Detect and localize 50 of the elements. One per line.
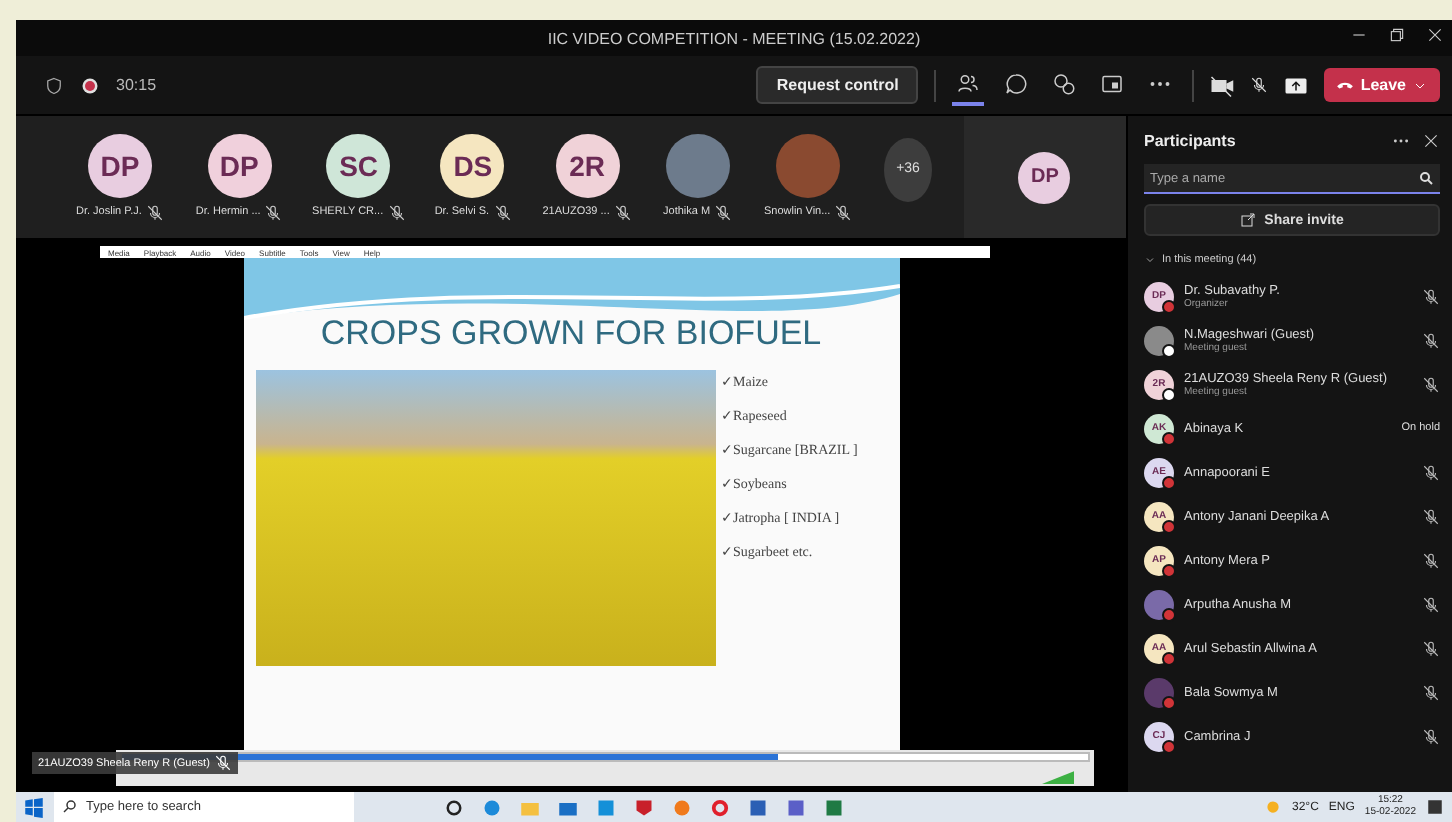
mic-off-icon: [1422, 331, 1440, 349]
chat-icon: [1004, 71, 1029, 95]
mic-off-icon: [1250, 76, 1269, 94]
chevron-down-icon: [1144, 254, 1156, 266]
mic-off-icon: [145, 203, 164, 221]
avatar: DP: [87, 133, 152, 197]
leave-button[interactable]: Leave: [1324, 68, 1440, 102]
share-screen-icon: [1284, 73, 1309, 97]
mic-off-icon: [1422, 551, 1440, 569]
mic-off-icon: [493, 203, 512, 221]
close-icon: [1422, 131, 1440, 149]
meeting-timer: 30:15: [116, 76, 157, 94]
mic-off-icon: [387, 203, 406, 221]
reactions-icon: [1052, 71, 1077, 95]
mic-off-icon: [834, 203, 853, 221]
mic-off-icon: [264, 203, 283, 221]
window-title: IIC VIDEO COMPETITION - MEETING (15.02.2022): [547, 29, 921, 47]
mic-off-icon: [1422, 683, 1440, 701]
folder-icon: [520, 797, 540, 817]
mic-off-icon: [1422, 595, 1440, 613]
mic-off-icon: [213, 754, 232, 772]
mic-off-icon: [1422, 727, 1440, 745]
slide-title: CROPS GROWN FOR BIOFUEL: [320, 314, 822, 354]
sun-icon: [1264, 798, 1282, 816]
shield-icon: [634, 797, 654, 817]
app-icon: [596, 797, 616, 817]
mic-off-icon: [1422, 639, 1440, 657]
camera-off-icon: [1210, 73, 1235, 97]
mic-off-icon: [613, 203, 632, 221]
avatar: SC: [326, 133, 391, 197]
restore-icon: [1388, 26, 1406, 44]
rooms-icon: [1100, 71, 1125, 95]
people-icon: [956, 71, 981, 95]
mic-off-icon: [714, 203, 733, 221]
task-view-icon: [444, 797, 464, 817]
close-icon: [1426, 26, 1444, 44]
mic-off-icon: [1422, 463, 1440, 481]
avatar: DS: [440, 133, 505, 197]
invite-icon: [1240, 212, 1257, 228]
avatar: 2R: [555, 133, 620, 197]
mic-off-icon: [1422, 507, 1440, 525]
avatar: DP: [207, 133, 272, 197]
request-control-button[interactable]: Request control: [756, 66, 919, 104]
mic-off-icon: [1422, 375, 1440, 393]
shield-icon: [44, 75, 64, 95]
avatar: DP: [1018, 151, 1071, 203]
search-icon: [1418, 170, 1434, 186]
panel-title: Participants: [1144, 131, 1236, 149]
mic-off-icon: [1422, 287, 1440, 305]
start-icon: [24, 797, 44, 817]
